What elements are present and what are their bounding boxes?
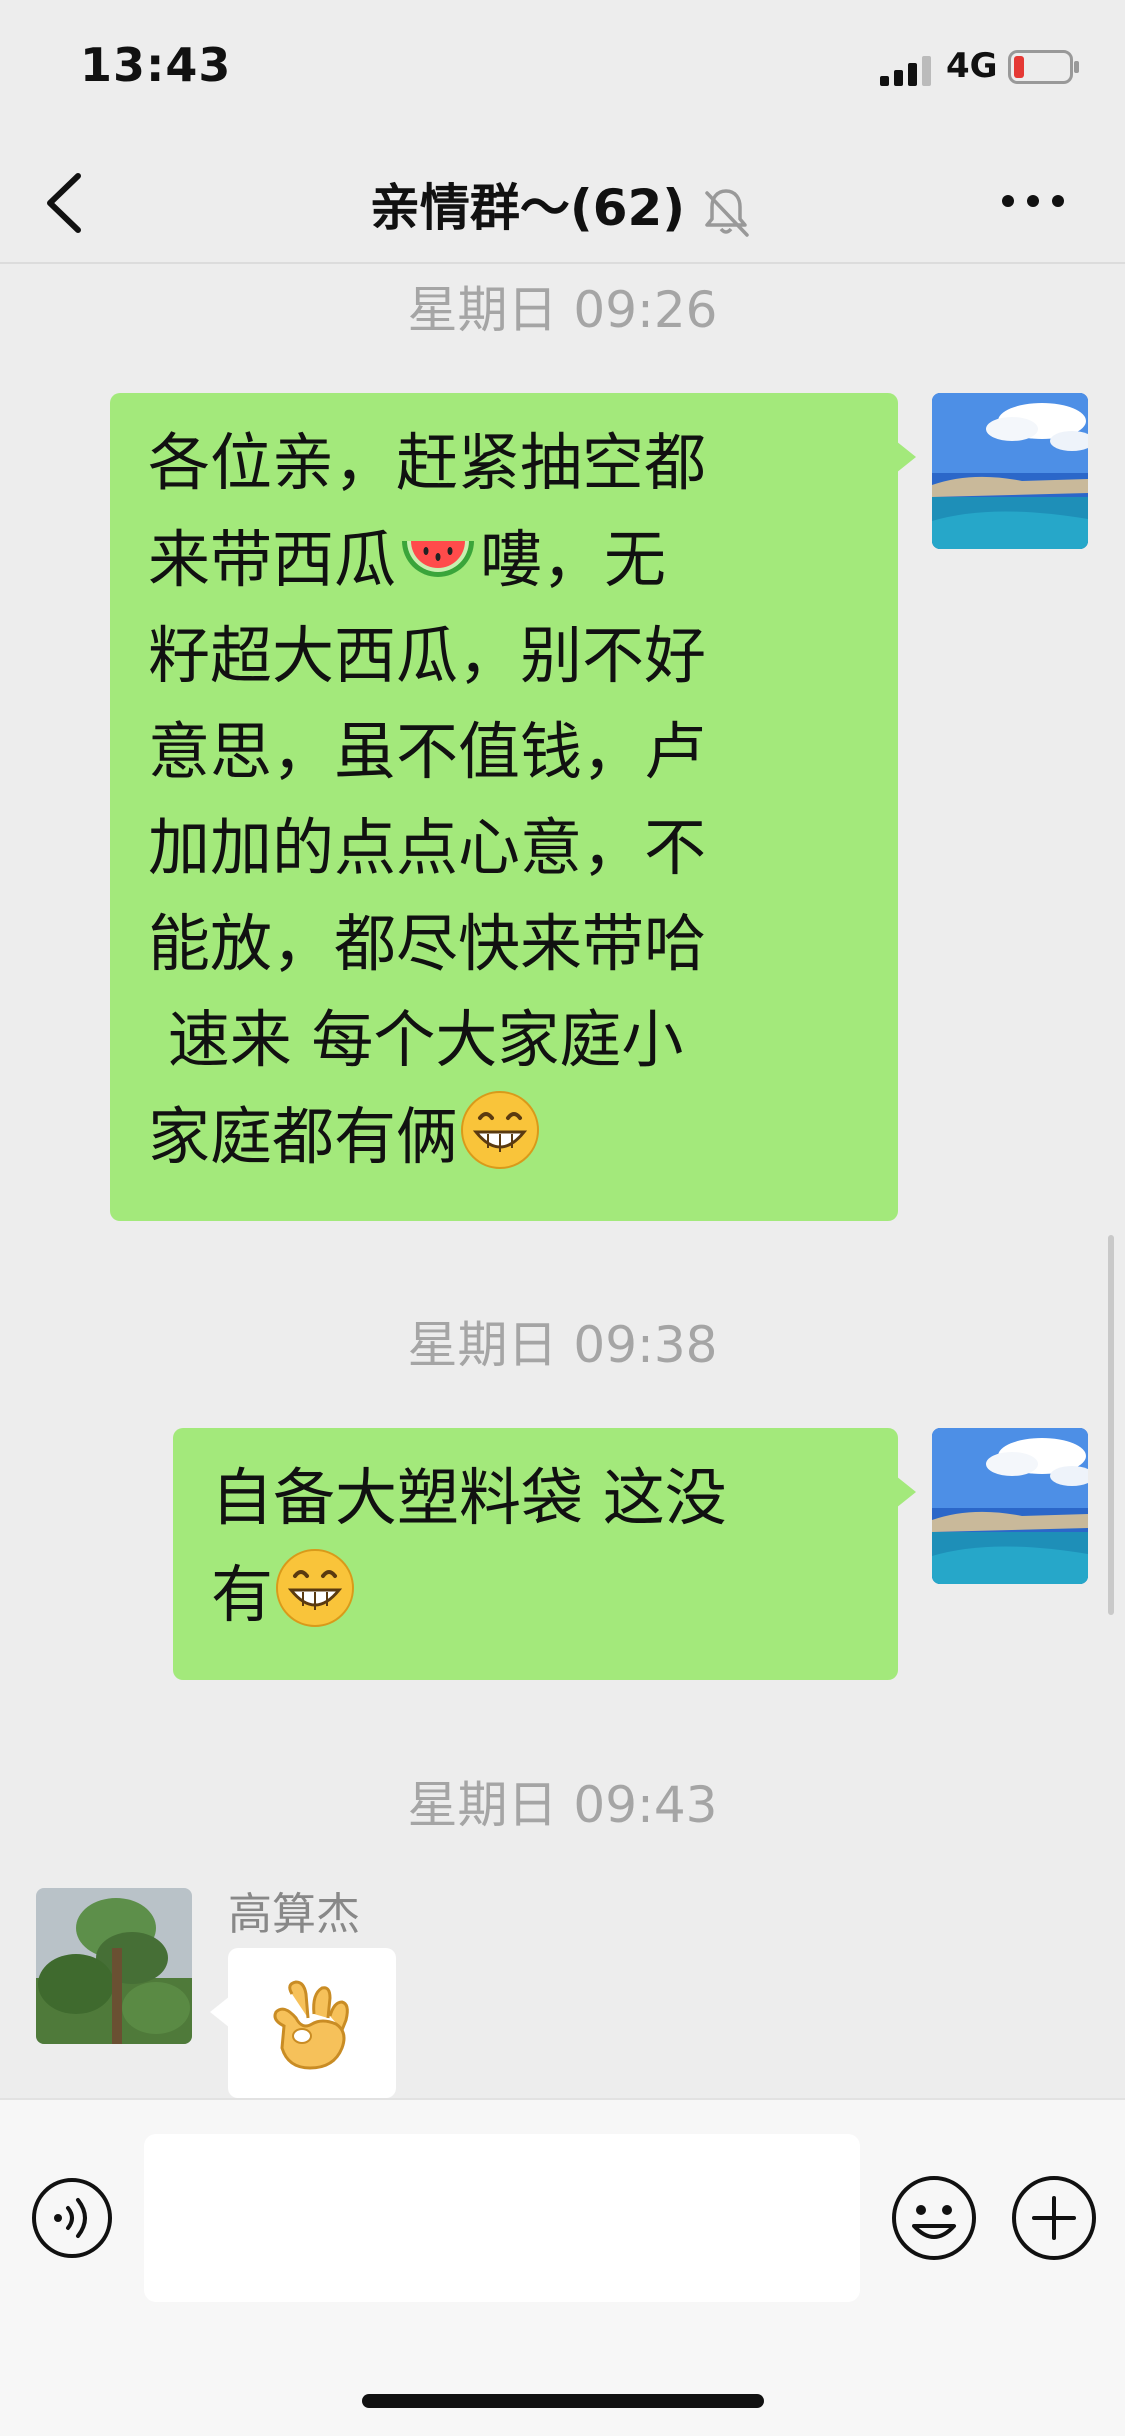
- message-line: 加加的点点心意，不: [148, 811, 707, 884]
- message-text: 嘍，无: [480, 523, 667, 596]
- emoji-picker-icon[interactable]: [890, 2174, 978, 2262]
- avatar[interactable]: [36, 1888, 192, 2044]
- message-bubble-sent[interactable]: 各位亲，赶紧抽空都 来带西瓜 嘍，无 籽超大西瓜，别不好 意思，虽不值钱，卢 加…: [110, 393, 916, 1221]
- status-time: 13:43: [80, 38, 232, 92]
- sender-name: 高算杰: [228, 1889, 360, 1940]
- watermelon-emoji-icon: [402, 541, 475, 577]
- tree-photo-avatar-icon: [36, 1888, 192, 2044]
- sea-landscape-avatar-icon: [932, 1428, 1088, 1584]
- network-type: 4G: [946, 46, 998, 86]
- message-line: 有: [211, 1546, 868, 1643]
- message-line: 速来 每个大家庭小: [148, 1003, 684, 1076]
- scrollbar[interactable]: [1108, 1235, 1114, 1615]
- status-bar: 13:43 4G: [0, 0, 1125, 140]
- mute-bell-icon: [705, 188, 749, 237]
- message-text: 有: [211, 1558, 274, 1631]
- battery-icon: [1008, 50, 1079, 84]
- message-timestamp: 星期日 09:26: [407, 281, 718, 339]
- message-line: 家庭都有俩: [148, 1088, 868, 1185]
- message-timestamp: 星期日 09:43: [407, 1776, 718, 1834]
- sea-landscape-avatar-icon: [932, 393, 1088, 549]
- message-line: 来带西瓜 嘍，无: [148, 511, 868, 608]
- message-bubble-sent[interactable]: 自备大塑料袋 这没 有: [173, 1428, 916, 1680]
- home-indicator[interactable]: [362, 2394, 764, 2408]
- message-line: 意思，虽不值钱，卢: [148, 715, 707, 788]
- more-options-plus-icon[interactable]: [1010, 2174, 1098, 2262]
- more-icon[interactable]: [998, 186, 1068, 216]
- grin-emoji-icon: [276, 1549, 355, 1627]
- message-input[interactable]: [144, 2134, 860, 2302]
- avatar[interactable]: [932, 1428, 1088, 1584]
- avatar[interactable]: [932, 393, 1088, 549]
- message-line: 籽超大西瓜，别不好: [148, 619, 707, 692]
- chat-title: 亲情群～(62): [0, 168, 1125, 241]
- chat-header: 亲情群～(62): [0, 140, 1125, 264]
- message-line: 各位亲，赶紧抽空都: [148, 426, 707, 499]
- signal-icon: [880, 56, 931, 86]
- ok-hand-emoji-icon: [273, 1980, 349, 2070]
- message-text: 家庭都有俩: [148, 1100, 459, 1173]
- grin-emoji-icon: [461, 1091, 540, 1169]
- message-bubble-received[interactable]: [210, 1948, 396, 2098]
- message-line: 自备大塑料袋 这没: [211, 1461, 727, 1534]
- voice-input-icon[interactable]: [30, 2176, 114, 2260]
- message-timestamp: 星期日 09:38: [407, 1316, 718, 1374]
- input-bar: [0, 2098, 1125, 2436]
- message-line: 能放，都尽快来带哈: [148, 907, 707, 980]
- message-text: 来带西瓜: [148, 523, 397, 596]
- chat-title-text: 亲情群～(62): [369, 179, 686, 237]
